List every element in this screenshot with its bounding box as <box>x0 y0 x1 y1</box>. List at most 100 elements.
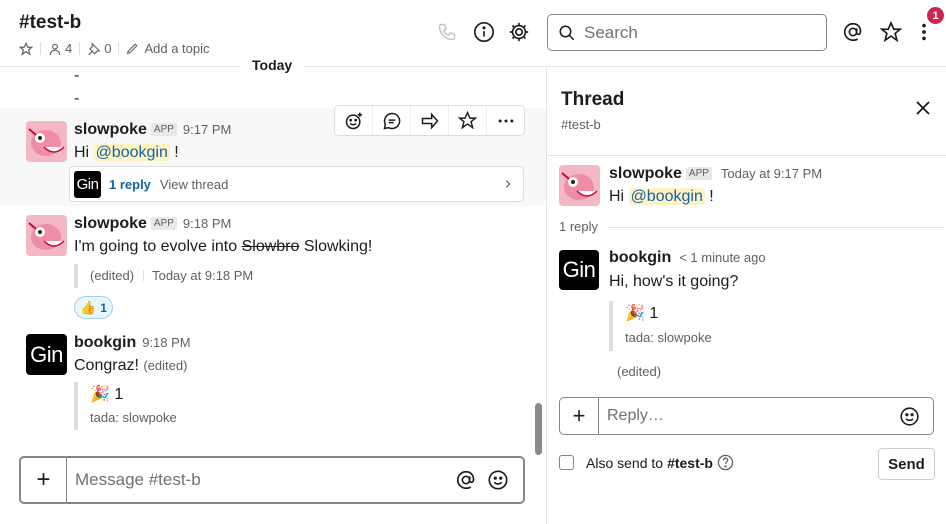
mention-icon[interactable] <box>842 21 864 43</box>
app-tag: APP <box>150 123 177 136</box>
pin-count[interactable]: 0 <box>87 41 111 56</box>
message-actions-toolbar <box>334 105 525 136</box>
thread-title: Thread <box>561 89 625 110</box>
avatar-bookgin[interactable]: Gin <box>559 250 599 290</box>
thread-channel[interactable]: #test-b <box>561 117 601 132</box>
notification-badge: 1 <box>927 7 944 24</box>
send-button[interactable]: Send <box>878 448 935 480</box>
strikethrough-text: Slowbro <box>241 238 300 255</box>
message-text: - <box>74 90 80 107</box>
message-header: slowpoke APP 9:17 PM <box>74 121 231 139</box>
reply-count[interactable]: 1 reply <box>109 177 151 192</box>
thumbsup-icon: 👍 <box>80 299 97 315</box>
thread-panel: Thread #test-b slowpoke APP Today at 9:17 … <box>548 67 946 524</box>
message-text: Hi, how's it going? <box>609 273 739 290</box>
avatar-slowpoke[interactable] <box>26 215 67 256</box>
reaction-attachment: 🎉 1 tada: slowpoke <box>609 301 712 351</box>
sender-name[interactable]: bookgin <box>74 334 136 351</box>
reply-count: 1 reply <box>559 219 599 234</box>
date-divider: Today <box>241 57 304 73</box>
more-vertical-icon[interactable] <box>913 21 935 43</box>
reaction-info: tada: slowpoke <box>625 330 712 345</box>
message-input[interactable]: Message #test-b <box>67 470 455 490</box>
timestamp[interactable]: 9:17 PM <box>183 122 231 137</box>
divider <box>608 227 944 228</box>
reaction-thumbsup[interactable]: 👍 1 <box>74 296 113 319</box>
edited-label: (edited) <box>143 358 188 373</box>
message-header: bookgin 9:18 PM <box>74 334 191 352</box>
message-header: slowpoke APP 9:18 PM <box>74 215 231 233</box>
add-reaction-icon[interactable] <box>335 106 373 135</box>
sender-name[interactable]: slowpoke <box>74 215 147 232</box>
also-send-option[interactable]: Also send to #test-b <box>559 454 734 471</box>
sender-name[interactable]: slowpoke <box>74 121 147 138</box>
add-topic-link[interactable]: Add a topic <box>126 41 210 56</box>
app-tag: APP <box>150 217 177 230</box>
tada-reaction[interactable]: 🎉 1 <box>90 384 177 404</box>
share-icon[interactable] <box>411 106 449 135</box>
edited-label: (edited) <box>90 268 135 283</box>
starred-icon[interactable] <box>880 21 902 43</box>
pin-icon <box>88 41 101 55</box>
avatar-slowpoke[interactable] <box>26 121 67 162</box>
app-tag: APP <box>685 167 712 180</box>
phone-icon[interactable] <box>437 22 459 44</box>
also-send-checkbox[interactable] <box>559 455 574 470</box>
chevron-right-icon <box>503 179 513 189</box>
reply-avatar: Gin <box>74 170 101 198</box>
person-icon <box>49 43 61 55</box>
avatar-slowpoke[interactable] <box>559 165 600 206</box>
scrollbar[interactable] <box>535 403 542 455</box>
timestamp[interactable]: Today at 9:17 PM <box>721 166 822 181</box>
message-text: Hi @bookgin ! <box>609 188 714 205</box>
reaction-info: tada: slowpoke <box>90 410 177 425</box>
search-icon <box>559 25 575 40</box>
edit-note: (edited) Today at 9:18 PM <box>74 264 253 288</box>
user-mention[interactable]: @bookgin <box>628 188 705 205</box>
divider <box>548 155 946 156</box>
edited-label: (edited) <box>617 364 662 379</box>
tada-reaction[interactable]: 🎉 1 <box>625 303 712 323</box>
plus-icon[interactable]: + <box>21 458 67 502</box>
start-thread-icon[interactable] <box>373 106 411 135</box>
info-icon[interactable] <box>473 21 495 43</box>
sender-name[interactable]: slowpoke <box>609 165 682 182</box>
reaction-attachment: 🎉 1 tada: slowpoke <box>74 382 177 430</box>
tada-icon: 🎉 <box>90 386 110 403</box>
thread-replies-bar[interactable]: Gin 1 reply View thread <box>69 166 524 202</box>
star-message-icon[interactable] <box>449 106 487 135</box>
message-text: Hi @bookgin ! <box>74 144 179 161</box>
message-header: bookgin < 1 minute ago <box>609 249 766 267</box>
gear-icon[interactable] <box>508 21 530 43</box>
timestamp[interactable]: 9:18 PM <box>183 216 231 231</box>
message-text: - <box>74 67 80 84</box>
channel-name[interactable]: #test-b <box>19 12 81 34</box>
channel-meta: 4 0 Add a topic <box>19 41 210 56</box>
plus-icon[interactable]: + <box>560 398 599 434</box>
avatar-bookgin[interactable]: Gin <box>26 334 67 375</box>
help-icon[interactable] <box>717 454 734 471</box>
star-icon[interactable] <box>19 41 33 56</box>
message-text: I'm going to evolve into Slowbro Slowkin… <box>74 238 373 255</box>
more-actions-icon[interactable] <box>487 106 524 135</box>
user-mention[interactable]: @bookgin <box>93 144 170 161</box>
reply-composer[interactable]: + Reply… <box>559 397 934 435</box>
emoji-icon[interactable] <box>487 469 509 491</box>
member-count[interactable]: 4 <box>48 41 72 56</box>
channel-header: #test-b 4 0 Add a topic Search 1 <box>0 0 946 67</box>
edited-time: Today at 9:18 PM <box>152 268 254 283</box>
timestamp[interactable]: < 1 minute ago <box>679 250 765 265</box>
message-list: - - slowpoke APP 9:17 PM Hi @bookgin ! Gin… <box>0 67 547 524</box>
close-icon[interactable] <box>915 100 931 116</box>
message-text: Congraz! (edited) <box>74 357 188 374</box>
emoji-icon[interactable] <box>899 406 920 427</box>
pencil-icon <box>127 43 139 55</box>
mention-icon[interactable] <box>455 469 477 491</box>
message-header: slowpoke APP Today at 9:17 PM <box>609 165 822 183</box>
search-input[interactable]: Search <box>547 14 827 51</box>
timestamp[interactable]: 9:18 PM <box>142 335 190 350</box>
message-composer[interactable]: + Message #test-b <box>19 456 525 504</box>
view-thread-link[interactable]: View thread <box>160 177 228 192</box>
reply-input[interactable]: Reply… <box>599 407 899 425</box>
sender-name[interactable]: bookgin <box>609 249 671 266</box>
